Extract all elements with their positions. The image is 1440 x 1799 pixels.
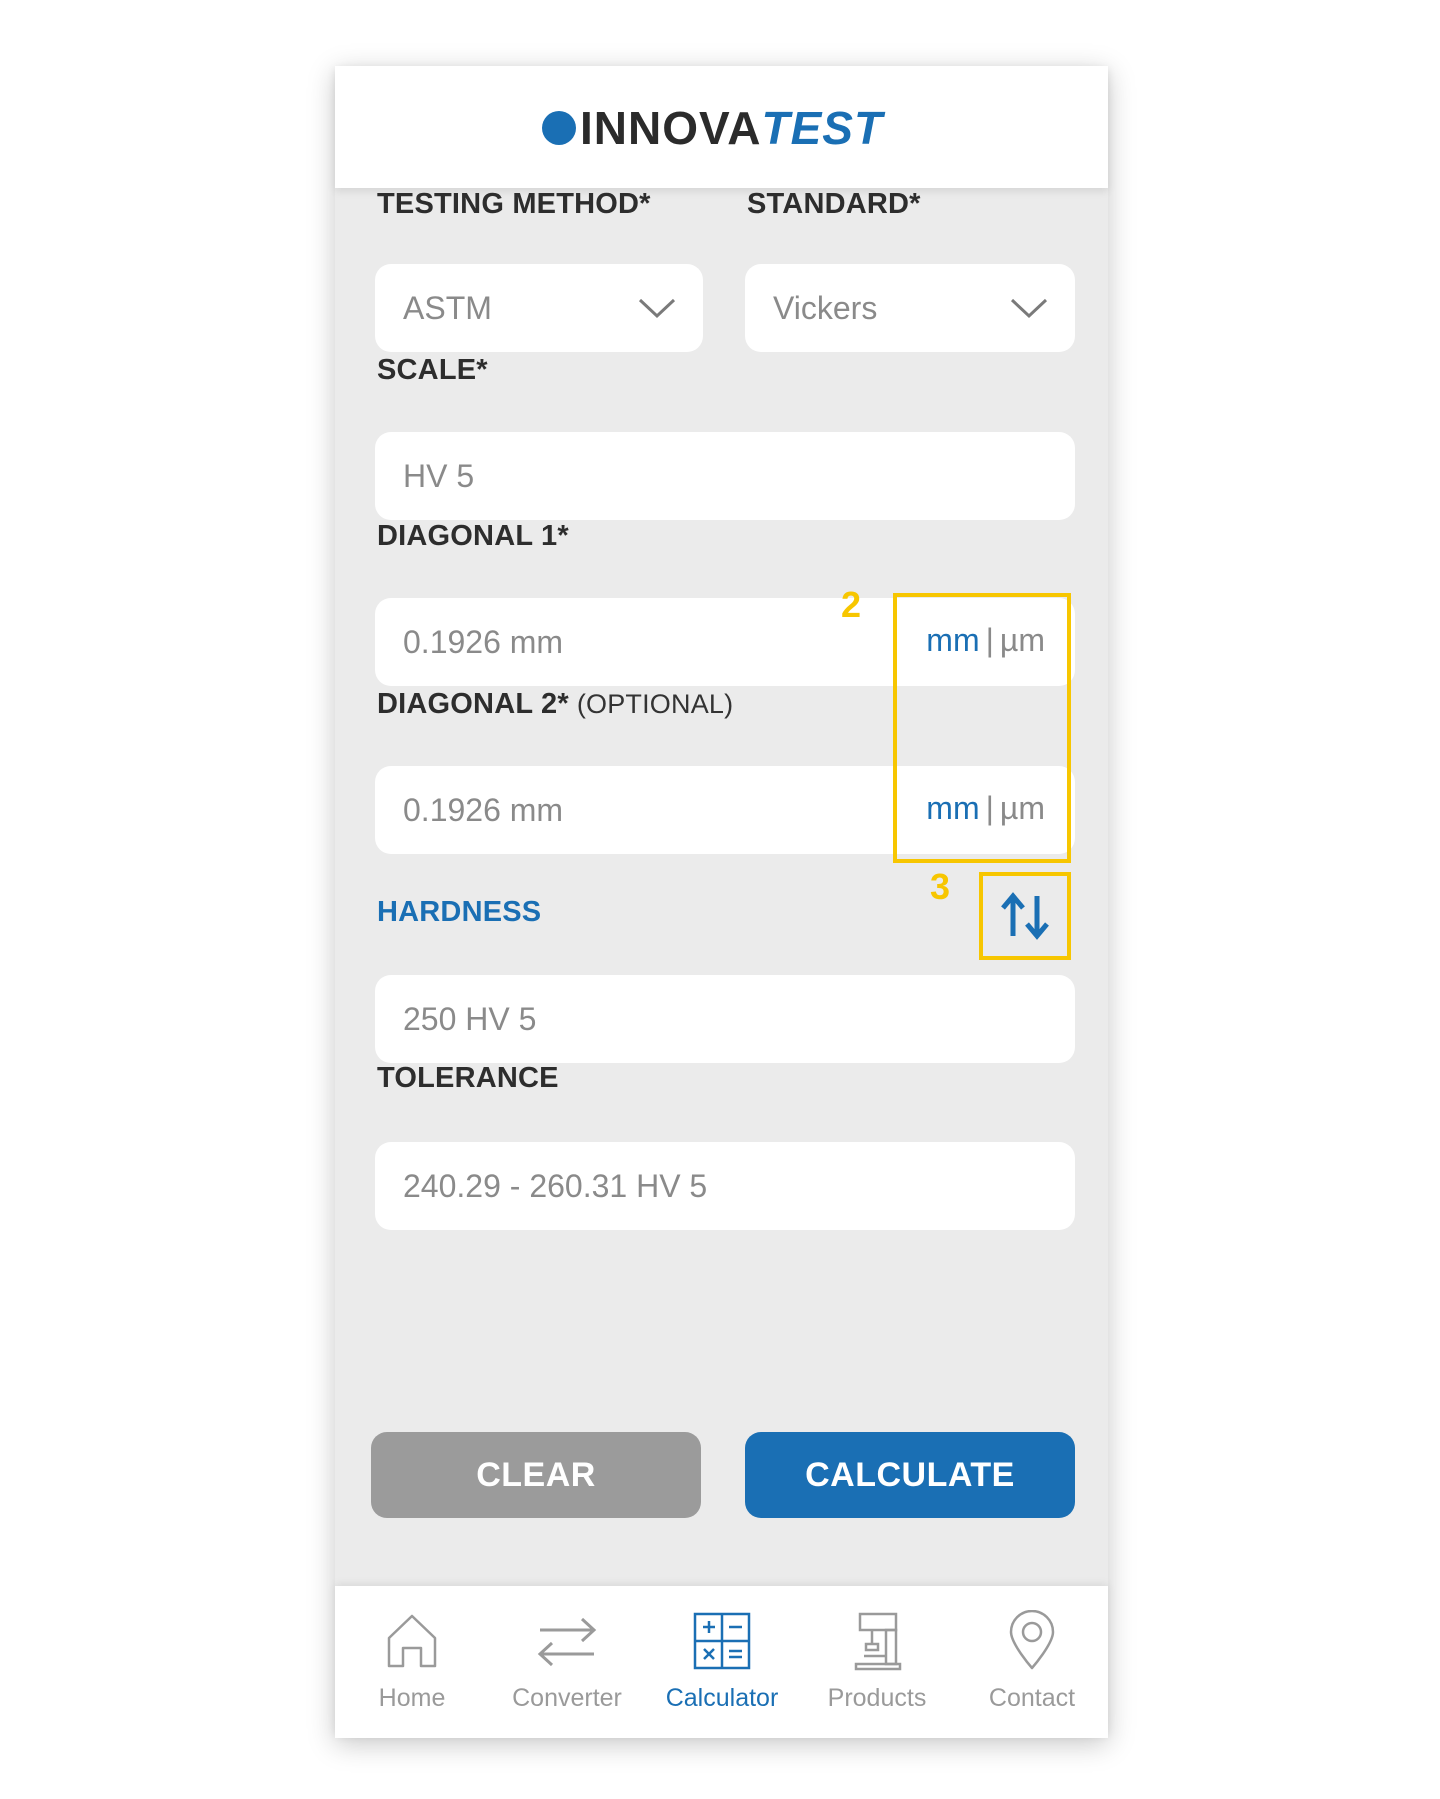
tab-calculator-label: Calculator: [665, 1684, 779, 1712]
diagonal2-label: DIAGONAL 2* (OPTIONAL): [377, 688, 733, 721]
standard-label: STANDARD*: [747, 188, 921, 220]
swap-arrows-icon[interactable]: [999, 890, 1051, 942]
standard-value: Vickers: [773, 289, 878, 326]
calculate-button[interactable]: CALCULATE: [745, 1432, 1075, 1518]
scale-label: SCALE*: [377, 354, 488, 386]
logo-dot-icon: [542, 111, 576, 145]
tolerance-value: 240.29 - 260.31 HV 5: [403, 1167, 708, 1204]
tab-home-label: Home: [378, 1684, 446, 1712]
tab-products[interactable]: Products: [800, 1586, 954, 1738]
hardness-field: 250 HV 5: [375, 975, 1075, 1063]
diagonal2-label-text: DIAGONAL 2*: [377, 688, 569, 720]
tolerance-label: TOLERANCE: [377, 1062, 559, 1094]
arrows-swap-icon: [537, 1617, 597, 1667]
tab-products-label: Products: [827, 1684, 927, 1712]
innovatest-logo: INNOVA TEST: [542, 102, 883, 154]
diagonal2-optional-text: (OPTIONAL): [576, 689, 734, 719]
chevron-down-icon: [638, 298, 676, 319]
units-highlight-box: [893, 593, 1071, 863]
testing-method-label: TESTING METHOD*: [377, 188, 651, 220]
tab-converter-label: Converter: [512, 1684, 622, 1712]
hardness-label: HARDNESS: [377, 896, 542, 928]
app-header: INNOVA TEST: [335, 66, 1108, 188]
logo-text: INNOVA: [580, 102, 762, 154]
home-icon: [387, 1614, 437, 1668]
annotation-marker-2: 2: [841, 584, 862, 625]
testing-method-select[interactable]: ASTM: [375, 264, 703, 352]
bottom-tab-bar: Home Converter Calculator Products Conta…: [335, 1586, 1108, 1738]
tolerance-field: 240.29 - 260.31 HV 5: [375, 1142, 1075, 1230]
testing-method-value: ASTM: [403, 289, 492, 326]
diagonal1-value: 0.1926 mm: [403, 623, 564, 660]
tab-calculator[interactable]: Calculator: [645, 1586, 799, 1738]
annotation-marker-3: 3: [930, 866, 951, 907]
scale-field[interactable]: HV 5: [375, 432, 1075, 520]
clear-button[interactable]: CLEAR: [371, 1432, 701, 1518]
logo-accent-text: TEST: [761, 102, 884, 154]
tab-contact-label: Contact: [988, 1684, 1076, 1712]
calculator-icon: [693, 1612, 751, 1670]
phone-screen: INNOVA TEST TESTING METHOD* STANDARD* AS…: [335, 66, 1108, 1738]
tab-converter[interactable]: Converter: [490, 1586, 644, 1738]
scale-value: HV 5: [403, 457, 475, 494]
tab-contact[interactable]: Contact: [955, 1586, 1109, 1738]
hardness-value: 250 HV 5: [403, 1000, 537, 1037]
location-pin-icon: [1009, 1610, 1055, 1670]
standard-select[interactable]: Vickers: [745, 264, 1075, 352]
tab-home[interactable]: Home: [335, 1586, 489, 1738]
diagonal1-label: DIAGONAL 1*: [377, 520, 569, 552]
chevron-down-icon: [1010, 298, 1048, 319]
hardness-tester-icon: [854, 1612, 902, 1671]
diagonal2-value: 0.1926 mm: [403, 791, 564, 828]
